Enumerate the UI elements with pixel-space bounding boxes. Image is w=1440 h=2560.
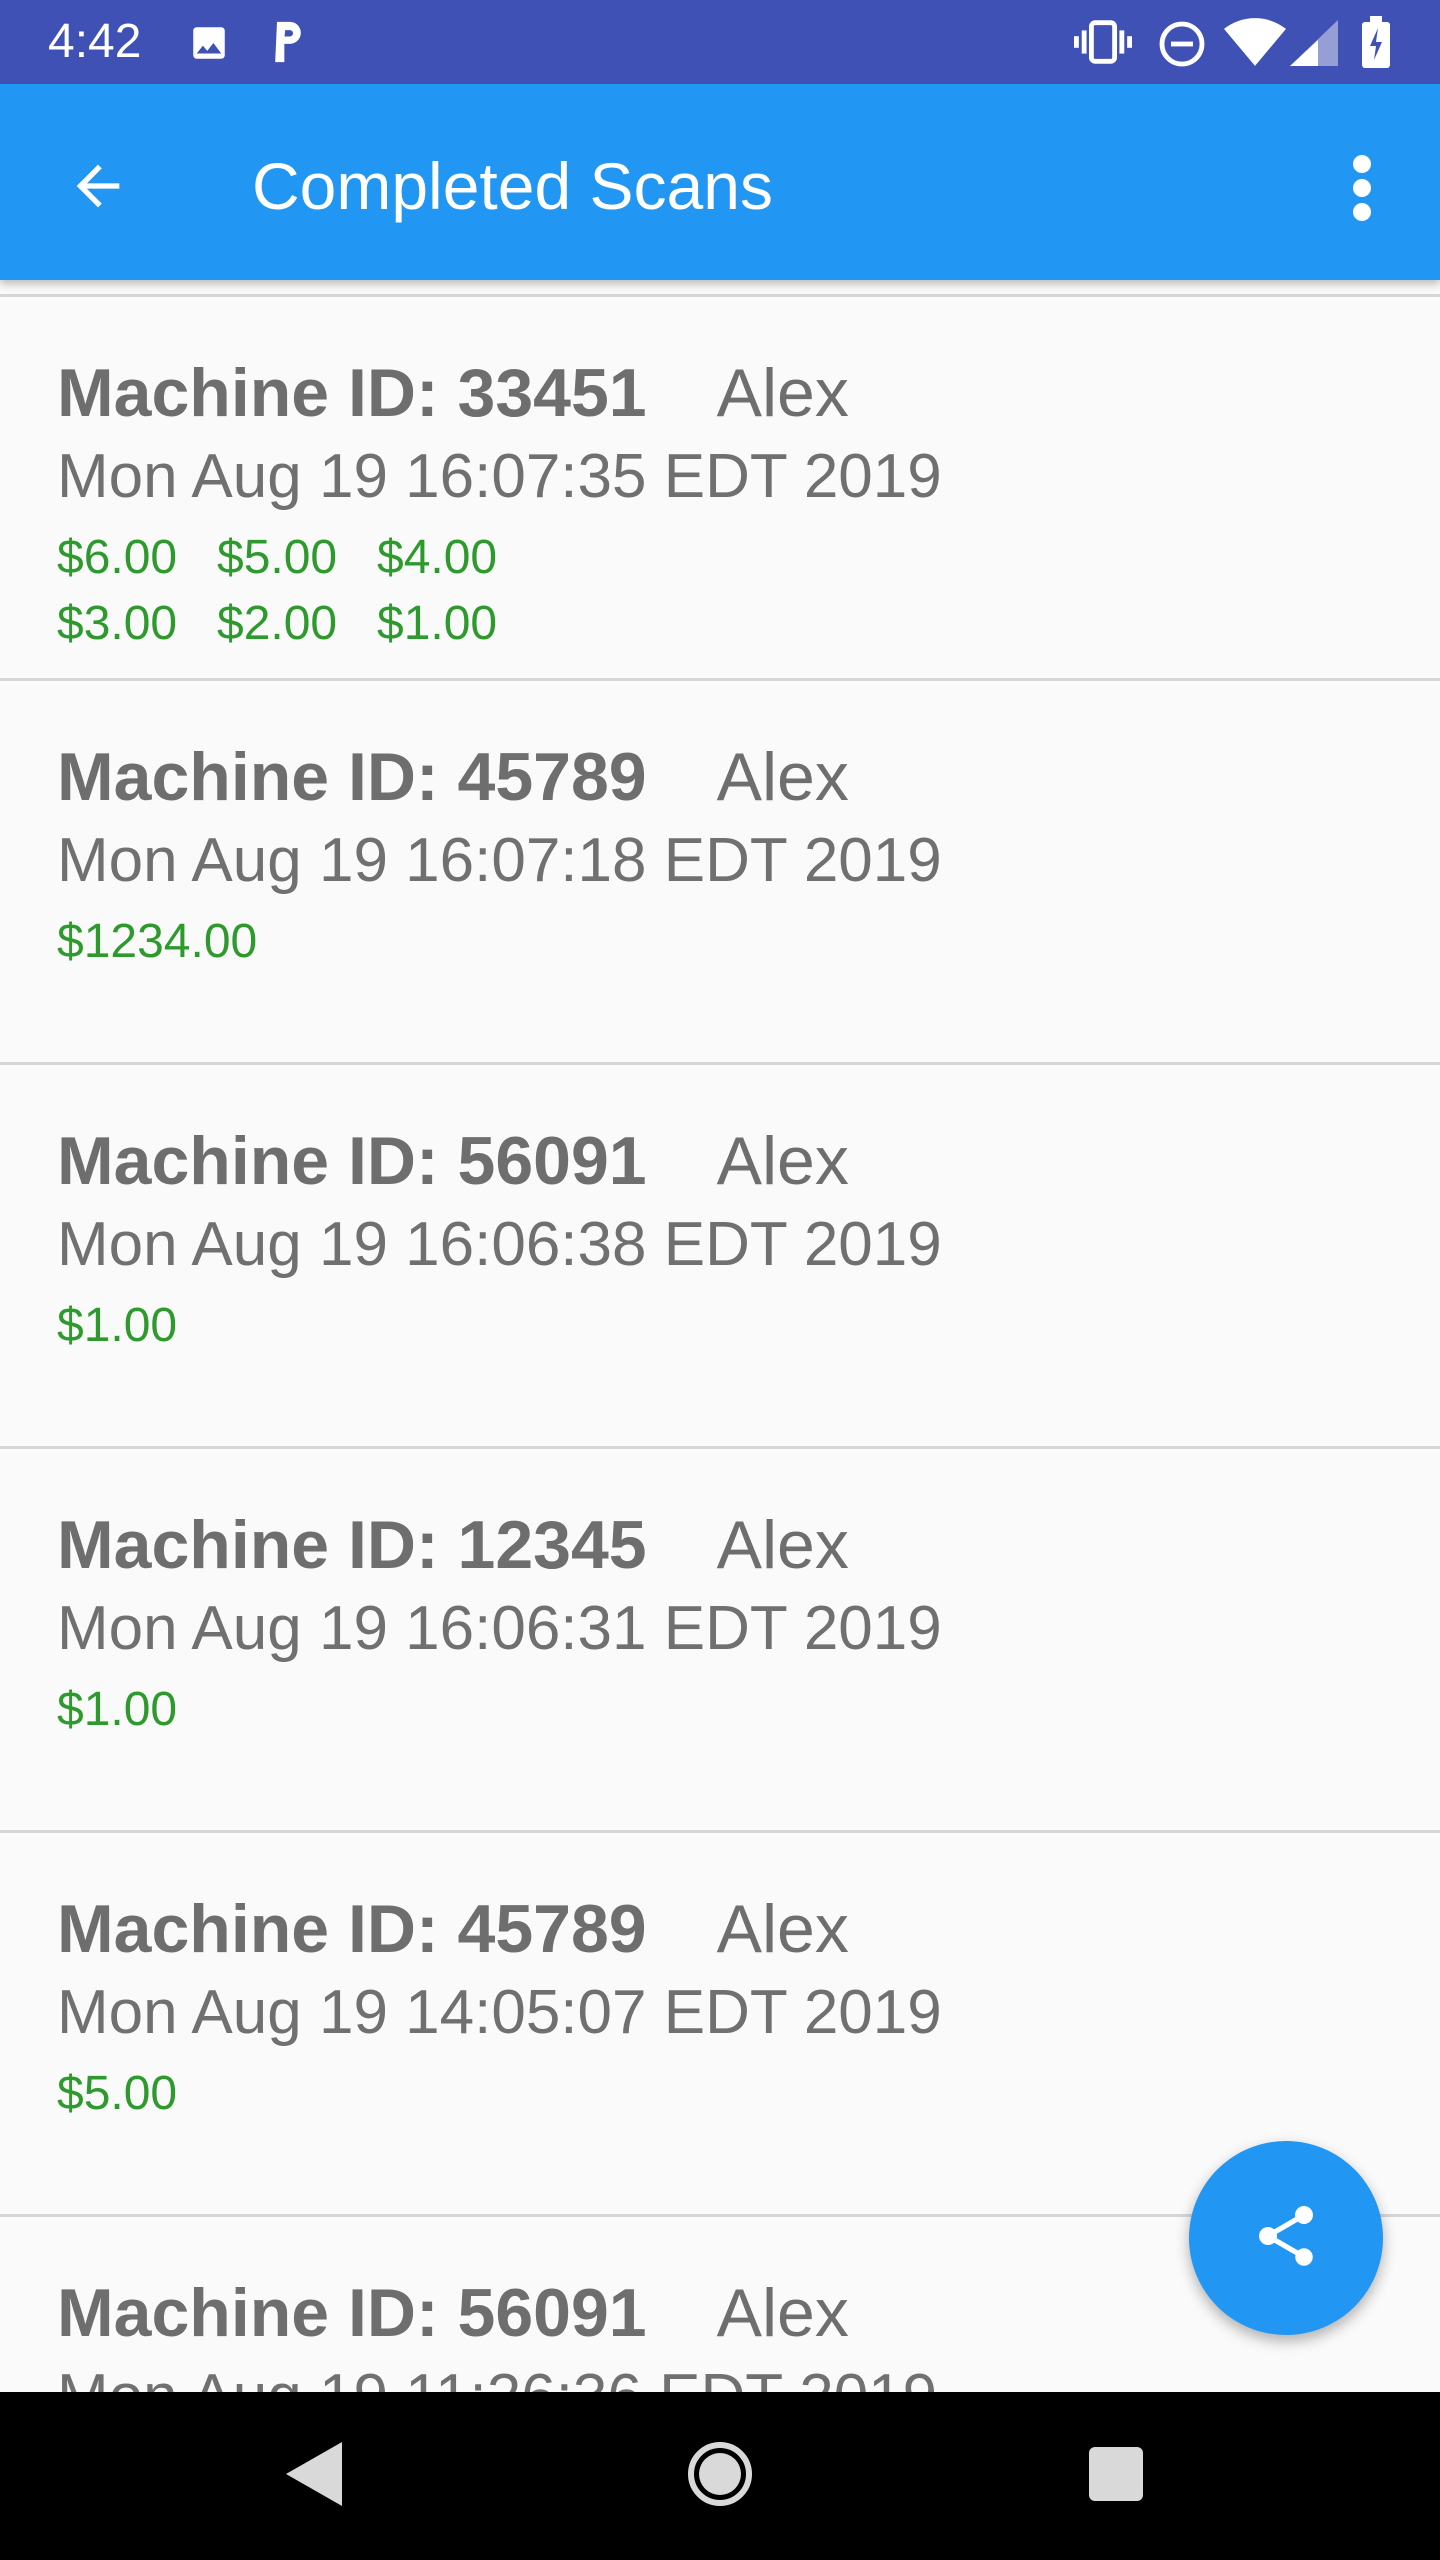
- completed-scans-list[interactable]: Machine ID: 33451 Alex Mon Aug 19 16:07:3…: [0, 280, 1440, 2392]
- share-button[interactable]: [1189, 2141, 1383, 2335]
- scan-date: Mon Aug 19 11:26:36 EDT 2019: [57, 2361, 937, 2392]
- battery-charging-icon: [1362, 16, 1390, 73]
- app-bar: Completed Scans: [0, 84, 1440, 280]
- machine-id-label: Machine ID: 33451: [57, 355, 647, 431]
- amount-value: $5.00: [217, 531, 338, 584]
- amount-value: $1.00: [57, 1683, 178, 1736]
- amount-list: $5.00: [57, 2061, 617, 2127]
- recents-square-icon: [1089, 2446, 1143, 2506]
- scan-date: Mon Aug 19 16:06:31 EDT 2019: [57, 1594, 942, 1663]
- amount-list: $1234.00: [57, 909, 617, 975]
- machine-id-label: Machine ID: 12345: [57, 1507, 647, 1583]
- wifi-icon: [1224, 18, 1286, 71]
- operator-name: Alex: [716, 1507, 849, 1583]
- scan-date: Mon Aug 19 14:05:07 EDT 2019: [57, 1978, 942, 2047]
- home-circle-icon: [687, 2441, 753, 2512]
- machine-id-label: Machine ID: 45789: [57, 739, 647, 815]
- scan-date: Mon Aug 19 16:07:35 EDT 2019: [57, 442, 942, 511]
- amount-value: $6.00: [57, 531, 178, 584]
- amount-value: $1234.00: [57, 915, 258, 968]
- nav-recents-button[interactable]: [1066, 2426, 1166, 2526]
- parking-icon: [266, 18, 310, 71]
- share-icon: [1250, 2200, 1322, 2277]
- arrow-back-icon: [66, 154, 130, 223]
- more-vert-icon: [1350, 152, 1374, 229]
- cell-signal-icon: [1290, 20, 1338, 71]
- machine-id-label: Machine ID: 56091: [57, 2275, 647, 2351]
- machine-id-label: Machine ID: 56091: [57, 1123, 647, 1199]
- amount-value: $2.00: [217, 597, 338, 650]
- operator-name: Alex: [716, 355, 849, 431]
- scan-list-item[interactable]: Machine ID: 12345 Alex Mon Aug 19 16:06:3…: [0, 1449, 1440, 1833]
- amount-value: $4.00: [377, 531, 498, 584]
- scan-list-item[interactable]: Machine ID: 45789 Alex Mon Aug 19 16:07:1…: [0, 681, 1440, 1065]
- nav-back-button[interactable]: [266, 2426, 366, 2526]
- machine-id-label: Machine ID: 45789: [57, 1891, 647, 1967]
- scan-list-item[interactable]: Machine ID: 33451 Alex Mon Aug 19 16:07:3…: [0, 297, 1440, 681]
- do-not-disturb-icon: [1158, 20, 1206, 73]
- nav-home-button[interactable]: [670, 2426, 770, 2526]
- operator-name: Alex: [716, 1123, 849, 1199]
- page-title: Completed Scans: [252, 149, 773, 223]
- back-button[interactable]: [52, 142, 144, 234]
- amount-value: $1.00: [57, 1299, 178, 1352]
- status-bar: 4:42: [0, 0, 1440, 84]
- scan-list-item[interactable]: Machine ID: 56091 Alex Mon Aug 19 16:06:3…: [0, 1065, 1440, 1449]
- amount-value: $3.00: [57, 597, 178, 650]
- scan-date: Mon Aug 19 16:06:38 EDT 2019: [57, 1210, 942, 1279]
- back-triangle-icon: [286, 2441, 346, 2511]
- overflow-menu-button[interactable]: [1320, 140, 1404, 240]
- operator-name: Alex: [716, 1891, 849, 1967]
- amount-list: $6.00 $5.00 $4.00 $3.00 $2.00 $1.00: [57, 525, 617, 657]
- operator-name: Alex: [716, 2275, 849, 2351]
- image-icon: [188, 22, 230, 69]
- operator-name: Alex: [716, 739, 849, 815]
- amount-value: $1.00: [377, 597, 498, 650]
- amount-value: $5.00: [57, 2067, 178, 2120]
- navigation-bar: [0, 2392, 1440, 2560]
- amount-list: $1.00: [57, 1677, 617, 1743]
- status-time: 4:42: [48, 15, 142, 68]
- scan-date: Mon Aug 19 16:07:18 EDT 2019: [57, 826, 942, 895]
- scan-list-item[interactable]: Machine ID: 45789 Alex Mon Aug 19 14:05:0…: [0, 1833, 1440, 2217]
- vibrate-icon: [1074, 20, 1132, 69]
- amount-list: $1.00: [57, 1293, 617, 1359]
